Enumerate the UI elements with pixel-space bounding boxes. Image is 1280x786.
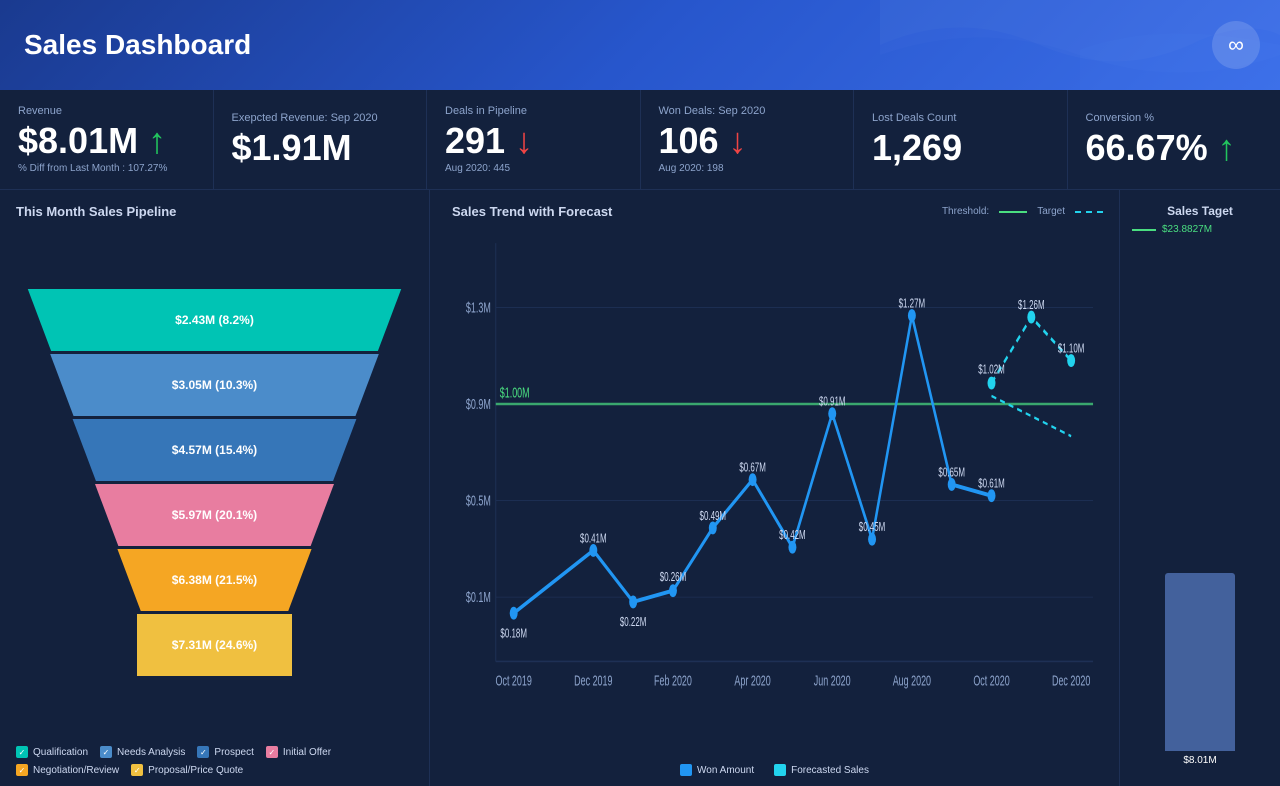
legend-dot-3: ✓ xyxy=(266,746,278,758)
legend-label-0: Qualification xyxy=(33,747,88,758)
svg-text:$1.26M: $1.26M xyxy=(1018,298,1045,312)
svg-text:Jun 2020: Jun 2020 xyxy=(814,672,851,689)
threshold-legend: Threshold: Target xyxy=(942,206,1103,217)
won-amount-label: Won Amount xyxy=(697,765,754,776)
svg-text:$1.27M: $1.27M xyxy=(899,297,926,311)
legend-dot-0: ✓ xyxy=(16,746,28,758)
kpi-row: Revenue $8.01M ↑ % Diff from Last Month … xyxy=(0,90,1280,190)
trend-chart-area: $1.3M $0.9M $0.5M $0.1M Oct 2019 Dec 201… xyxy=(446,227,1103,758)
kpi-revenue: Revenue $8.01M ↑ % Diff from Last Month … xyxy=(0,90,214,189)
legend-label-2: Prospect xyxy=(214,747,253,758)
funnel-segment-5: $7.31M (24.6%) xyxy=(137,614,293,676)
bar-chart: $8.01M xyxy=(1132,243,1268,776)
bar-wrapper: $8.01M xyxy=(1165,243,1235,766)
svg-text:$0.5M: $0.5M xyxy=(466,492,491,509)
legend-label-5: Proposal/Price Quote xyxy=(148,765,243,776)
legend-label-3: Initial Offer xyxy=(283,747,331,758)
legend-item-0: ✓ Qualification xyxy=(16,746,88,758)
legend-item-3: ✓ Initial Offer xyxy=(266,746,331,758)
legend-dot-1: ✓ xyxy=(100,746,112,758)
svg-text:Dec 2020: Dec 2020 xyxy=(1052,672,1091,689)
logo: ∞ xyxy=(1212,21,1260,69)
threshold-label: Threshold: xyxy=(942,206,989,217)
svg-text:Oct 2020: Oct 2020 xyxy=(973,672,1010,689)
legend-label-4: Negotiation/Review xyxy=(33,765,119,776)
svg-text:$0.49M: $0.49M xyxy=(700,509,727,523)
forecast-color xyxy=(774,764,786,776)
target-value-line: $23.8827M xyxy=(1132,224,1268,235)
forecast-legend: Forecasted Sales xyxy=(774,764,869,776)
target-amount: $23.8827M xyxy=(1162,224,1212,235)
svg-text:Dec 2019: Dec 2019 xyxy=(574,672,613,689)
svg-text:$1.00M: $1.00M xyxy=(500,384,530,401)
forecast-label: Forecasted Sales xyxy=(791,765,869,776)
svg-text:$0.45M: $0.45M xyxy=(859,520,886,534)
legend-item-4: ✓ Negotiation/Review xyxy=(16,764,119,776)
legend-item-5: ✓ Proposal/Price Quote xyxy=(131,764,243,776)
threshold-line-icon xyxy=(999,211,1027,213)
svg-text:Aug 2020: Aug 2020 xyxy=(893,672,932,689)
legend-item-2: ✓ Prospect xyxy=(197,746,253,758)
funnel-panel: This Month Sales Pipeline $2.43M (8.2%)$… xyxy=(0,190,430,786)
kpi-lost-deals: Lost Deals Count 1,269 xyxy=(854,90,1068,189)
svg-text:Feb 2020: Feb 2020 xyxy=(654,672,692,689)
svg-text:Oct 2019: Oct 2019 xyxy=(496,672,533,689)
bar-col-revenue: $8.01M xyxy=(1165,243,1235,766)
bar-fill-revenue xyxy=(1165,573,1235,751)
legend-dot-2: ✓ xyxy=(197,746,209,758)
funnel-segment-4: $6.38M (21.5%) xyxy=(113,549,315,611)
legend-label-1: Needs Analysis xyxy=(117,747,185,758)
kpi-expected-revenue: Exepcted Revenue: Sep 2020 $1.91M xyxy=(214,90,428,189)
svg-text:$1.10M: $1.10M xyxy=(1058,342,1085,356)
svg-text:$0.42M: $0.42M xyxy=(779,528,806,542)
legend-dot-5: ✓ xyxy=(131,764,143,776)
svg-text:$0.26M: $0.26M xyxy=(660,570,687,584)
trend-panel: Sales Trend with Forecast Threshold: Tar… xyxy=(430,190,1120,786)
funnel-chart: $2.43M (8.2%)$3.05M (10.3%)$4.57M (15.4%… xyxy=(10,229,419,736)
svg-text:Apr 2020: Apr 2020 xyxy=(734,672,771,689)
chart-legend: Won Amount Forecasted Sales xyxy=(446,764,1103,776)
svg-text:$0.9M: $0.9M xyxy=(466,396,491,413)
won-amount-color xyxy=(680,764,692,776)
sales-target-title: Sales Taget xyxy=(1132,204,1268,218)
header: Sales Dashboard ∞ xyxy=(0,0,1280,90)
funnel-title: This Month Sales Pipeline xyxy=(10,204,419,219)
target-label: Target xyxy=(1037,206,1065,217)
bar-label-revenue: $8.01M xyxy=(1183,755,1216,766)
svg-text:$0.18M: $0.18M xyxy=(500,626,527,640)
won-amount-legend: Won Amount xyxy=(680,764,754,776)
legend-item-1: ✓ Needs Analysis xyxy=(100,746,185,758)
kpi-won-deals: Won Deals: Sep 2020 106 ↓ Aug 2020: 198 xyxy=(641,90,855,189)
trend-header: Sales Trend with Forecast Threshold: Tar… xyxy=(446,204,1103,219)
main-content: This Month Sales Pipeline $2.43M (8.2%)$… xyxy=(0,190,1280,786)
svg-text:$0.61M: $0.61M xyxy=(978,477,1005,491)
page-title: Sales Dashboard xyxy=(24,29,251,61)
svg-text:$1.02M: $1.02M xyxy=(978,363,1005,377)
svg-text:$0.41M: $0.41M xyxy=(580,532,607,546)
trend-chart-svg: $1.3M $0.9M $0.5M $0.1M Oct 2019 Dec 201… xyxy=(446,227,1103,758)
svg-text:$0.67M: $0.67M xyxy=(739,461,766,475)
svg-text:$0.91M: $0.91M xyxy=(819,395,846,409)
trend-title: Sales Trend with Forecast xyxy=(446,204,612,219)
target-dashed-icon xyxy=(1075,211,1103,213)
svg-text:$0.65M: $0.65M xyxy=(938,466,965,480)
funnel-segment-0: $2.43M (8.2%) xyxy=(20,289,409,351)
kpi-deals-pipeline: Deals in Pipeline 291 ↓ Aug 2020: 445 xyxy=(427,90,641,189)
funnel-segment-1: $3.05M (10.3%) xyxy=(43,354,385,416)
target-panel: Sales Taget $23.8827M $8.01M xyxy=(1120,190,1280,786)
target-line-icon xyxy=(1132,229,1156,231)
svg-text:$0.22M: $0.22M xyxy=(620,615,647,629)
funnel-legend: ✓ Qualification ✓ Needs Analysis ✓ Prosp… xyxy=(10,746,419,776)
funnel-segment-3: $5.97M (20.1%) xyxy=(90,484,339,546)
svg-text:$0.1M: $0.1M xyxy=(466,589,491,606)
funnel-segment-2: $4.57M (15.4%) xyxy=(67,419,363,481)
svg-text:$1.3M: $1.3M xyxy=(466,299,491,316)
kpi-conversion: Conversion % 66.67% ↑ xyxy=(1068,90,1280,189)
legend-dot-4: ✓ xyxy=(16,764,28,776)
